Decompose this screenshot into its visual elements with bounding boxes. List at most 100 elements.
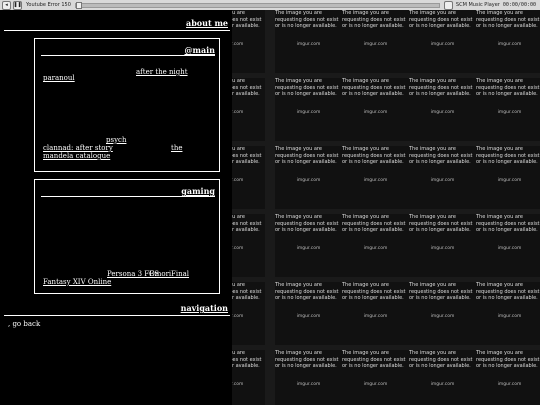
broken-image-tile: The image you are requesting does not ex… xyxy=(342,10,409,73)
broken-image-message: The image you are requesting does not ex… xyxy=(476,78,540,97)
broken-image-tile: The image you are requesting does not ex… xyxy=(409,78,476,141)
broken-image-message: The image you are requesting does not ex… xyxy=(476,214,540,233)
broken-image-tile: The image you are requesting does not ex… xyxy=(409,10,476,73)
final-link[interactable]: Final xyxy=(171,270,189,278)
broken-image-site: imgur.com xyxy=(363,314,388,319)
gaming-heading-divider xyxy=(41,196,215,197)
broken-image-message: The image you are requesting does not ex… xyxy=(476,282,540,301)
broken-image-tile: The image you are requesting does not ex… xyxy=(476,10,540,73)
broken-image-site: imgur.com xyxy=(430,178,455,183)
broken-image-tiles: The image you are requesting does not ex… xyxy=(232,10,540,405)
broken-image-message: The image you are requesting does not ex… xyxy=(275,78,339,97)
broken-image-tile: The image you are requesting does not ex… xyxy=(342,350,409,405)
broken-image-message: The image you are requesting does not ex… xyxy=(275,146,339,165)
broken-image-message: The image you are requesting does not ex… xyxy=(342,146,406,165)
main-heading-divider xyxy=(41,55,215,56)
broken-image-site: imgur.com xyxy=(232,246,244,251)
broken-image-site: imgur.com xyxy=(232,178,244,183)
broken-image-message: The image you are requesting does not ex… xyxy=(409,350,473,369)
broken-image-site: imgur.com xyxy=(497,42,522,47)
broken-image-site: imgur.com xyxy=(296,42,321,47)
broken-image-site: imgur.com xyxy=(363,110,388,115)
clannad-link[interactable]: clannad: after story xyxy=(43,144,113,152)
playlist-button[interactable] xyxy=(443,0,453,10)
broken-image-message: The image you are requesting does not ex… xyxy=(342,10,406,29)
broken-image-site: imgur.com xyxy=(497,246,522,251)
broken-image-tile: The image you are requesting does not ex… xyxy=(232,146,265,209)
broken-image-tile: The image you are requesting does not ex… xyxy=(275,350,342,405)
broken-image-message: The image you are requesting does not ex… xyxy=(342,282,406,301)
broken-image-tile: The image you are requesting does not ex… xyxy=(342,282,409,345)
broken-image-tile: The image you are requesting does not ex… xyxy=(342,146,409,209)
broken-image-tile: The image you are requesting does not ex… xyxy=(476,214,540,277)
prev-button[interactable]: ◂ xyxy=(2,0,11,10)
about-me-heading: about me xyxy=(186,18,228,28)
broken-image-tile: The image you are requesting does not ex… xyxy=(409,146,476,209)
broken-image-message: The image you are requesting does not ex… xyxy=(275,10,339,29)
gaming-box: gaming Persona 3 FES Omori Final Fantasy… xyxy=(34,179,220,294)
the-link[interactable]: the xyxy=(171,144,182,152)
broken-image-tile: The image you are requesting does not ex… xyxy=(275,10,342,73)
broken-image-message: The image you are requesting does not ex… xyxy=(232,78,262,97)
broken-image-message: The image you are requesting does not ex… xyxy=(409,282,473,301)
broken-image-site: imgur.com xyxy=(296,110,321,115)
broken-image-site: imgur.com xyxy=(232,110,244,115)
broken-image-message: The image you are requesting does not ex… xyxy=(476,146,540,165)
broken-image-tile: The image you are requesting does not ex… xyxy=(476,78,540,141)
broken-image-site: imgur.com xyxy=(497,110,522,115)
mandela-catalogue-link[interactable]: mandela catalogue xyxy=(43,152,110,160)
broken-image-site: imgur.com xyxy=(430,382,455,387)
navigation-divider xyxy=(4,315,230,316)
broken-image-site: imgur.com xyxy=(497,314,522,319)
gaming-heading: gaming xyxy=(181,186,215,196)
broken-image-site: imgur.com xyxy=(296,314,321,319)
player-video-title: Youtube Error 150 xyxy=(26,2,71,8)
ffxiv-link[interactable]: Fantasy XIV Online xyxy=(43,278,111,286)
go-back-link[interactable]: , go back xyxy=(8,320,40,328)
broken-image-tile: The image you are requesting does not ex… xyxy=(409,214,476,277)
broken-image-tile: The image you are requesting does not ex… xyxy=(342,214,409,277)
broken-image-site: imgur.com xyxy=(232,314,244,319)
player-name: SCM Music Player xyxy=(455,2,500,8)
broken-image-tile: The image you are requesting does not ex… xyxy=(275,214,342,277)
seek-handle[interactable] xyxy=(75,1,82,9)
broken-image-tile: The image you are requesting does not ex… xyxy=(275,282,342,345)
broken-image-tile: The image you are requesting does not ex… xyxy=(476,282,540,345)
broken-image-tile: The image you are requesting does not ex… xyxy=(476,146,540,209)
broken-image-site: imgur.com xyxy=(296,382,321,387)
broken-image-site: imgur.com xyxy=(232,42,244,47)
after-the-night-link[interactable]: after the night xyxy=(136,68,188,76)
navigation-heading: navigation xyxy=(180,303,228,313)
broken-image-site: imgur.com xyxy=(232,382,244,387)
broken-image-message: The image you are requesting does not ex… xyxy=(409,10,473,29)
omori-link[interactable]: Omori xyxy=(149,270,171,278)
broken-image-message: The image you are requesting does not ex… xyxy=(232,282,262,301)
broken-image-site: imgur.com xyxy=(363,42,388,47)
pause-button[interactable]: ❚❚ xyxy=(13,0,22,10)
broken-image-tile: The image you are requesting does not ex… xyxy=(275,146,342,209)
about-divider xyxy=(4,30,230,31)
broken-image-message: The image you are requesting does not ex… xyxy=(409,214,473,233)
broken-image-site: imgur.com xyxy=(363,178,388,183)
seek-bar[interactable] xyxy=(74,1,440,9)
broken-image-tile: The image you are requesting does not ex… xyxy=(275,78,342,141)
player-time: 00:00/00:00 xyxy=(502,2,536,8)
broken-image-site: imgur.com xyxy=(497,382,522,387)
broken-image-site: imgur.com xyxy=(296,246,321,251)
psych-link[interactable]: psych xyxy=(106,136,126,144)
broken-image-tile: The image you are requesting does not ex… xyxy=(232,78,265,141)
broken-image-tile: The image you are requesting does not ex… xyxy=(232,282,265,345)
broken-image-site: imgur.com xyxy=(363,246,388,251)
broken-image-site: imgur.com xyxy=(430,42,455,47)
broken-image-message: The image you are requesting does not ex… xyxy=(409,146,473,165)
broken-image-site: imgur.com xyxy=(430,246,455,251)
broken-image-message: The image you are requesting does not ex… xyxy=(476,10,540,29)
main-heading: @main xyxy=(184,45,215,55)
broken-image-tile: The image you are requesting does not ex… xyxy=(232,214,265,277)
broken-image-tile: The image you are requesting does not ex… xyxy=(232,10,265,73)
broken-image-message: The image you are requesting does not ex… xyxy=(232,146,262,165)
pause-icon: ❚❚ xyxy=(13,1,22,8)
paranoul-link[interactable]: paranoul xyxy=(43,74,75,82)
broken-image-tile: The image you are requesting does not ex… xyxy=(476,350,540,405)
broken-image-message: The image you are requesting does not ex… xyxy=(232,214,262,233)
